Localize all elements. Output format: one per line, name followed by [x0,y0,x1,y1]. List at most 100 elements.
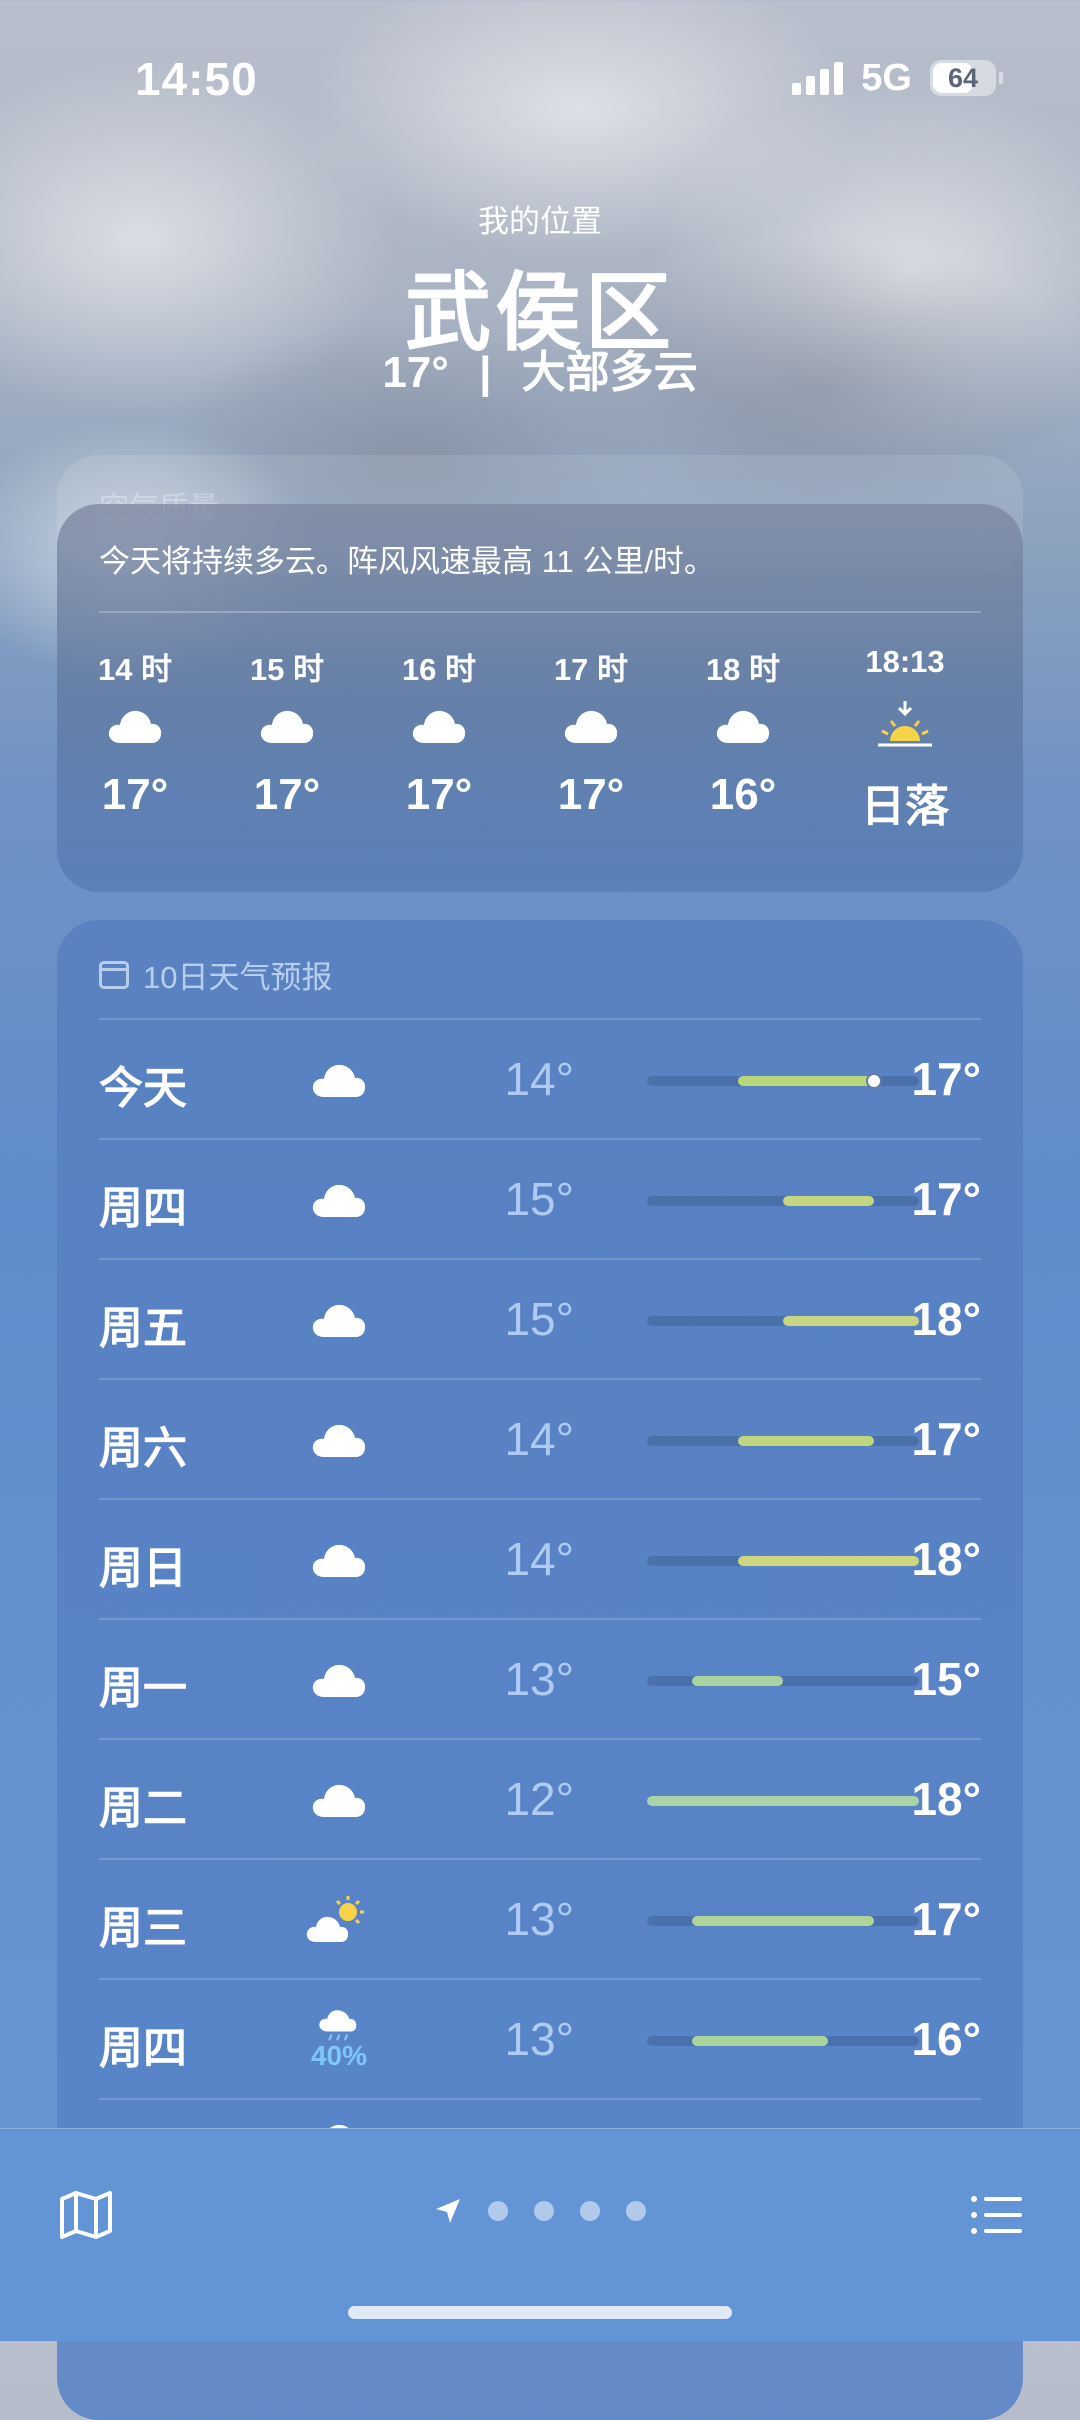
hourly-summary: 今天将持续多云。阵风风速最高 11 公里/时。 [99,544,716,579]
cloud-icon [673,690,813,762]
hour-time: 18:13 [865,644,945,679]
page-dot[interactable] [580,2201,600,2221]
rain-icon: 40% [299,2008,379,2072]
current-conditions: 17° | 大部多云 [0,336,1080,400]
ten-day-header: 10日天气预报 [99,952,332,997]
low-temp: 13° [504,2013,574,2065]
current-temp-dot [865,1073,882,1089]
location-label: 我的位置 [478,204,602,239]
hour-item: 16 时 17° [369,644,509,820]
day-name: 周三 [99,1904,187,1953]
location-arrow-icon[interactable] [434,2197,462,2225]
forecast-row[interactable]: 周六 14° 17° [99,1378,981,1500]
partly-sunny-icon [299,1888,379,1952]
temp-range-track [647,1073,919,1089]
precip-probability: 40% [310,2040,368,2071]
high-temp: 18° [911,1293,981,1345]
divider [99,611,981,613]
hour-time: 18 时 [705,652,781,687]
page-dot[interactable] [534,2201,554,2221]
forecast-row[interactable]: 周四 40% 13° 16° [99,1978,981,2100]
list-icon[interactable] [970,2193,1022,2237]
temp-range-bar [783,1316,919,1326]
network-type: 5G [861,56,912,99]
cloud-icon [299,1408,379,1472]
temp-range-track [647,1436,919,1446]
cloud-icon [299,1528,379,1592]
hour-time: 15 时 [249,652,325,687]
calendar-icon [99,960,129,989]
temp-range-bar [737,1436,874,1446]
hour-temp: 17° [101,770,169,819]
temp-range-track [647,1676,919,1686]
temp-range-track [647,1796,919,1806]
hour-item: 17 时 17° [521,644,661,820]
bottom-toolbar [0,2128,1080,2341]
day-name: 今天 [99,1064,187,1113]
temp-range-track [647,1916,919,1926]
temp-range-bar [692,1676,783,1686]
hour-temp: 17° [405,770,473,819]
hour-time: 14 时 [97,652,173,687]
temp-range-track [647,2036,919,2046]
temp-range-bar [737,1556,919,1566]
page-dot[interactable] [626,2201,646,2221]
current-temp: 17° [382,348,449,397]
low-temp: 14° [504,1533,574,1585]
day-name: 周二 [99,1784,187,1833]
hourly-forecast-card[interactable]: 今天将持续多云。阵风风速最高 11 公里/时。 14 时 17° 15 时 17° 16… [57,504,1023,892]
high-temp: 16° [911,2013,981,2065]
hour-time: 17 时 [553,652,629,687]
forecast-row[interactable]: 周五 15° 18° [99,1258,981,1380]
high-temp: 17° [911,1893,981,1945]
cloud-icon [369,690,509,762]
battery-percent: 64 [947,62,979,93]
day-name: 周六 [99,1424,187,1473]
high-temp: 18° [911,1773,981,1825]
forecast-row[interactable]: 今天 14° 17° [99,1018,981,1140]
cloud-icon [217,690,357,762]
temp-range-track [647,1556,919,1566]
low-temp: 15° [504,1173,574,1225]
day-name: 周四 [99,2024,187,2073]
cloud-icon [299,1048,379,1112]
page-indicator[interactable] [0,2197,1080,2225]
high-temp: 17° [911,1413,981,1465]
forecast-row[interactable]: 周四 15° 17° [99,1138,981,1260]
high-temp: 18° [911,1533,981,1585]
hour-item: 18 时 16° [673,644,813,820]
low-temp: 15° [504,1293,574,1345]
status-indicators: 5G 64 [792,56,1003,100]
day-name: 周日 [99,1544,187,1593]
low-temp: 14° [504,1413,574,1465]
low-temp: 13° [504,1653,574,1705]
high-temp: 17° [911,1053,981,1105]
cloud-icon [299,1168,379,1232]
temp-range-track [647,1196,919,1206]
high-temp: 17° [911,1173,981,1225]
forecast-row[interactable]: 周一 13° 15° [99,1618,981,1740]
sunset-icon [835,690,975,762]
forecast-row[interactable]: 周二 12° 18° [99,1738,981,1860]
day-name: 周一 [99,1664,187,1713]
forecast-row[interactable]: 周三 13° 17° [99,1858,981,1980]
high-temp: 15° [911,1653,981,1705]
cloud-icon [299,1288,379,1352]
cloud-icon [65,690,205,762]
ten-day-title: 10日天气预报 [143,960,333,995]
status-time: 14:50 [135,53,258,105]
low-temp: 12° [504,1773,574,1825]
low-temp: 14° [504,1053,574,1105]
page-dot[interactable] [488,2201,508,2221]
signal-icon [792,61,844,95]
home-indicator [348,2306,732,2319]
low-temp: 13° [504,1893,574,1945]
temp-range-bar [647,1796,919,1806]
hour-temp: 17° [557,770,625,819]
hour-item: 18:13 日落 [835,644,975,834]
temp-range-bar [692,2036,829,2046]
temp-range-track [647,1316,919,1326]
hour-temp: 17° [253,770,321,819]
condition-text: 大部多云 [521,348,698,397]
forecast-row[interactable]: 周日 14° 18° [99,1498,981,1620]
